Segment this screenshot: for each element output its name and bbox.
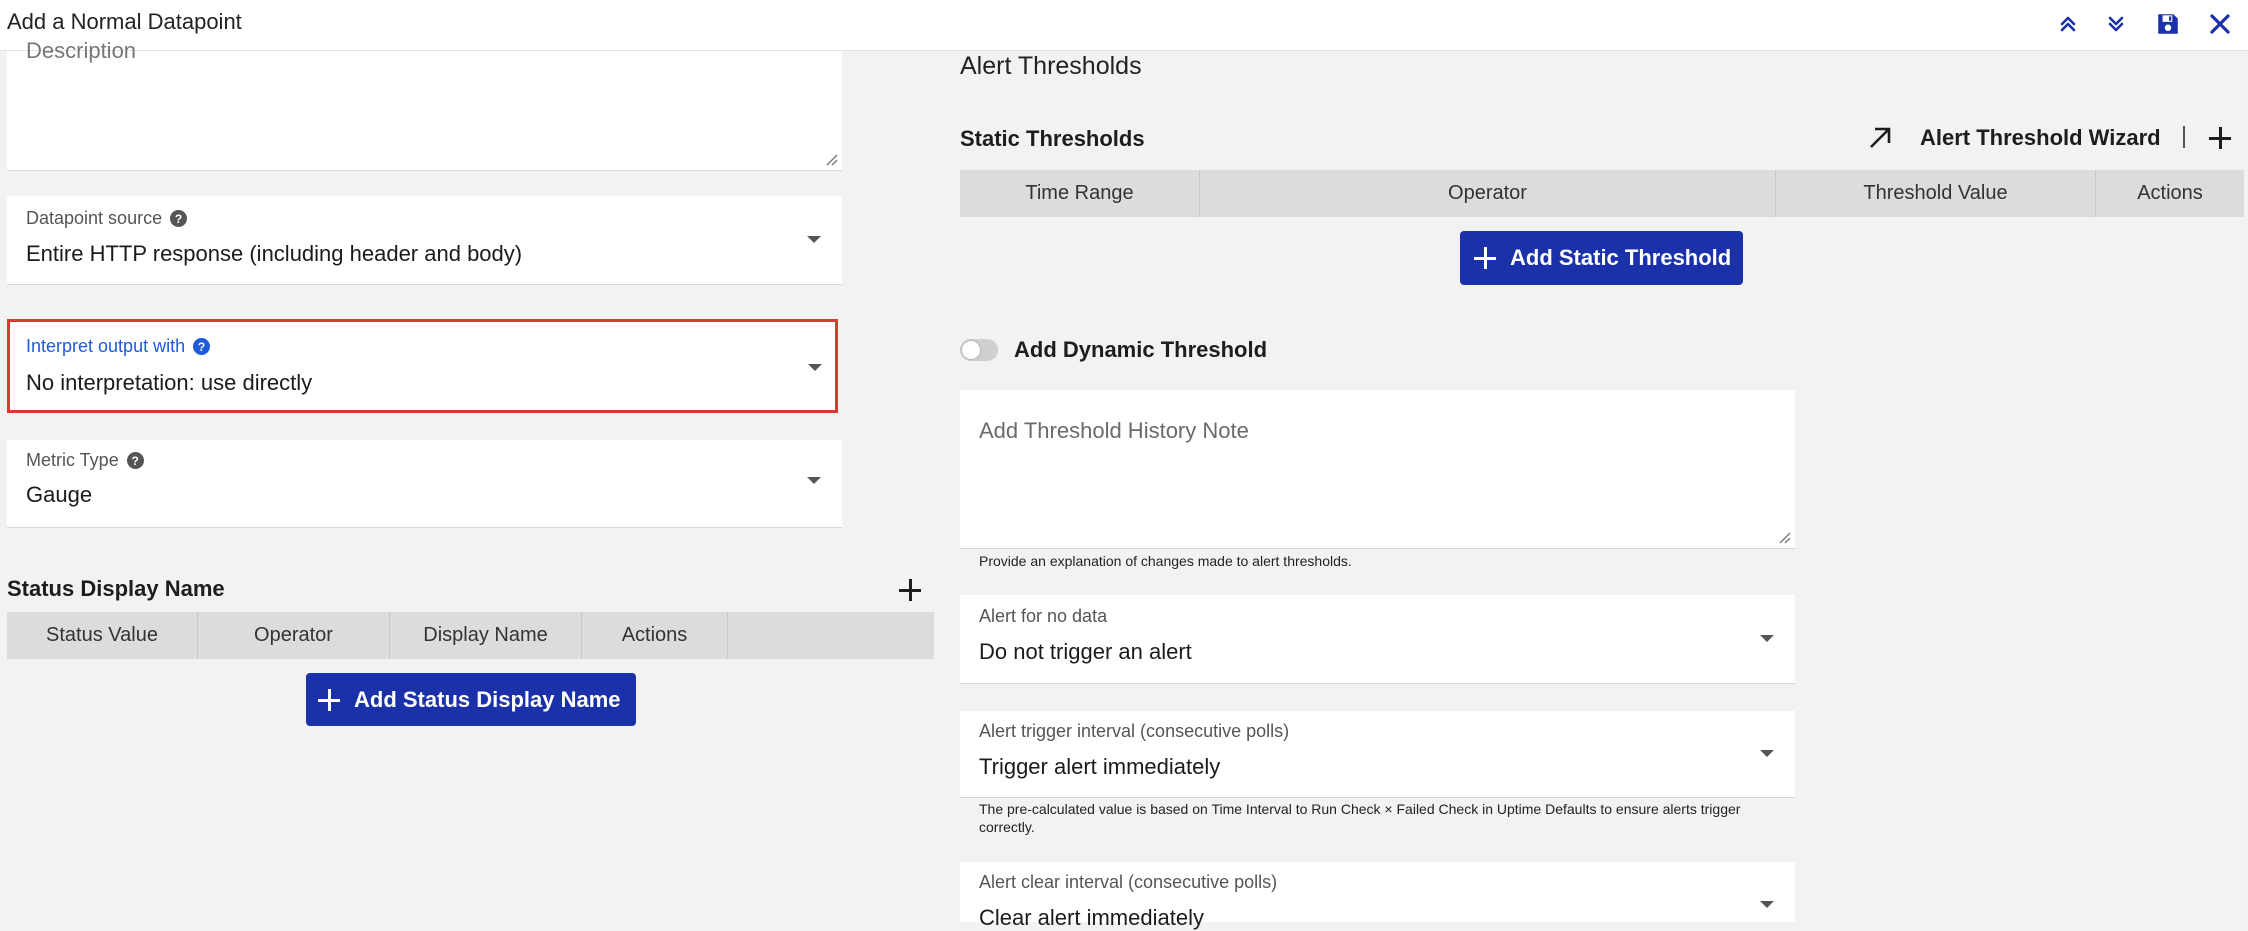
chevron-down-icon [807,477,821,484]
history-note-placeholder: Add Threshold History Note [979,418,1249,443]
chevron-down-icon [1760,901,1774,908]
clear-interval-label: Alert clear interval (consecutive polls) [979,872,1278,892]
column-header: Operator [1200,170,1776,217]
plus-icon [1474,247,1496,269]
status-display-table-header: Status Value Operator Display Name Actio… [7,612,934,659]
plus-icon [899,579,921,601]
metric-type-label: Metric Type [26,450,119,470]
expand-all-icon[interactable] [2100,8,2132,40]
dialog-title: Add a Normal Datapoint [7,9,242,34]
trigger-interval-label: Alert trigger interval (consecutive poll… [979,721,1290,741]
help-icon[interactable]: ? [170,210,188,227]
interpret-output-value: No interpretation: use directly [26,370,313,395]
description-placeholder: Description [26,38,137,63]
alert-no-data-value: Do not trigger an alert [979,639,1192,664]
resize-handle-icon[interactable] [1777,530,1791,544]
save-icon[interactable] [2152,8,2184,40]
history-note-helper: Provide an explanation of changes made t… [979,553,1352,569]
description-textarea[interactable]: Description [7,38,842,171]
arrow-up-right-icon [1870,127,1891,148]
datapoint-source-select[interactable]: Datapoint source ? Entire HTTP response … [7,196,842,285]
help-icon[interactable]: ? [126,452,144,469]
column-header: Actions [582,612,728,659]
datapoint-source-value: Entire HTTP response (including header a… [26,241,523,266]
alert-no-data-select[interactable]: Alert for no data Do not trigger an aler… [960,595,1795,684]
add-status-display-icon[interactable] [899,579,921,601]
toggle-knob [962,341,980,359]
add-status-display-label: Add Status Display Name [354,686,621,712]
add-static-threshold-label: Add Static Threshold [1510,245,1732,270]
add-static-threshold-button[interactable]: Add Static Threshold [1460,231,1743,285]
metric-type-value: Gauge [26,482,93,507]
alert-threshold-wizard-link[interactable]: Alert Threshold Wizard [1866,124,2161,152]
alert-clear-interval-select[interactable]: Alert clear interval (consecutive polls)… [960,862,1795,930]
chevron-down-icon [1760,635,1774,642]
alert-trigger-interval-select[interactable]: Alert trigger interval (consecutive poll… [960,711,1795,798]
column-header: Operator [198,612,390,659]
trigger-interval-value: Trigger alert immediately [979,754,1221,779]
chevron-down-icon [1760,750,1774,757]
chevron-down-icon [807,236,821,243]
resize-handle-icon[interactable] [824,152,838,166]
plus-icon [318,688,340,711]
column-header: Status Value [7,612,198,659]
alert-threshold-wizard-label: Alert Threshold Wizard [1920,125,2161,150]
static-thresholds-title: Static Thresholds [960,126,1145,151]
interpret-output-label: Interpret output with [26,336,186,356]
chevron-down-icon [808,364,822,371]
status-display-title: Status Display Name [7,576,225,601]
static-thresholds-table-header: Time Range Operator Threshold Value Acti… [960,170,2244,217]
close-icon[interactable] [2204,8,2236,40]
divider [2183,126,2185,148]
help-icon[interactable]: ? [193,338,211,355]
dialog-header: Add a Normal Datapoint [0,0,2248,51]
column-header: Actions [2137,182,2203,204]
interpret-output-select[interactable]: Interpret output with ? No interpretatio… [7,319,838,413]
collapse-all-icon[interactable] [2052,8,2084,40]
datapoint-source-label: Datapoint source [26,208,163,228]
dynamic-threshold-toggle[interactable] [960,339,998,361]
alert-thresholds-title: Alert Thresholds [960,52,1142,80]
column-header-empty [728,612,934,659]
dynamic-threshold-label: Add Dynamic Threshold [1014,337,1268,362]
add-static-threshold-icon[interactable] [2209,127,2231,149]
column-header: Display Name [390,612,582,659]
metric-type-select[interactable]: Metric Type ? Gauge [7,440,842,528]
clear-interval-value: Clear alert immediately [979,905,1204,930]
threshold-history-note-textarea[interactable]: Add Threshold History Note [960,390,1795,549]
trigger-interval-helper: The pre-calculated value is based on Tim… [979,801,1741,835]
plus-icon [2209,127,2231,149]
alert-no-data-label: Alert for no data [979,606,1108,626]
add-status-display-button[interactable]: Add Status Display Name [306,673,636,726]
column-header: Threshold Value [1776,170,2096,217]
column-header: Time Range [960,170,1200,217]
